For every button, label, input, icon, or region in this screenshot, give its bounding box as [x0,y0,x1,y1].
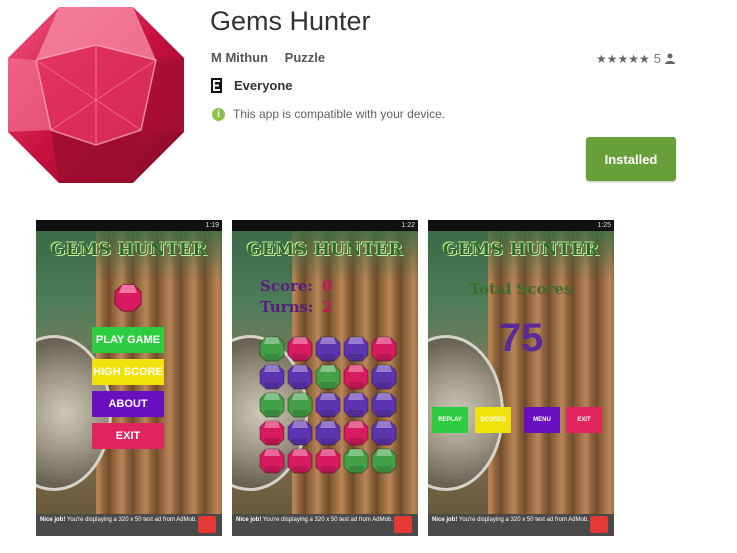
exit-button[interactable]: EXIT [92,423,164,449]
game-title: GEMS HUNTER [442,240,600,260]
green-gem-icon[interactable] [259,392,285,418]
purple-gem-icon[interactable] [371,364,397,390]
app-title: Gems Hunter [210,6,371,36]
red-gem-icon[interactable] [287,336,313,362]
red-gem-icon[interactable] [315,448,341,474]
purple-gem-icon[interactable] [343,392,369,418]
purple-gem-icon[interactable] [287,364,313,390]
rating-summary: ★★★★★ 5 [596,51,675,66]
total-scores-value: 75 [498,316,544,360]
ad-text: You're displaying a 320 x 50 test ad fro… [262,517,393,523]
green-gem-icon[interactable] [259,336,285,362]
turns-label: Turns: [260,298,314,316]
screenshot-total-scores[interactable]: 1:25 GEMS HUNTER Total Scores 75 REPLAY … [428,220,614,536]
ad-banner[interactable]: Nice job! You're displaying a 320 x 50 t… [428,514,614,536]
scores-button[interactable]: SCORES [475,407,511,433]
green-gem-icon[interactable] [315,364,341,390]
red-gem-icon[interactable] [287,448,313,474]
game-title: GEMS HUNTER [246,240,404,260]
rating-count: 5 [653,51,661,66]
admob-logo-icon [394,516,412,533]
green-gem-icon[interactable] [343,448,369,474]
red-gem-icon[interactable] [259,448,285,474]
purple-gem-icon[interactable] [343,336,369,362]
menu-button[interactable]: MENU [524,407,560,433]
green-gem-icon[interactable] [371,448,397,474]
status-time: 1:22 [401,222,415,229]
red-gem-icon[interactable] [259,420,285,446]
about-button[interactable]: ABOUT [92,391,164,417]
purple-gem-icon[interactable] [371,392,397,418]
ad-text: You're displaying a 320 x 50 test ad fro… [66,517,197,523]
category-link[interactable]: Puzzle [285,50,325,65]
red-gem-icon [114,284,142,312]
person-icon [665,53,675,64]
status-bar: 1:25 [428,220,614,231]
content-rating-label: Everyone [234,78,293,93]
esrb-e-icon [211,78,222,93]
exit-button[interactable]: EXIT [566,407,602,433]
compatibility-notice: i This app is compatible with your devic… [212,107,445,121]
ad-text: You're displaying a 320 x 50 test ad fro… [458,517,589,523]
status-bar: 1:22 [232,220,418,231]
purple-gem-icon[interactable] [287,420,313,446]
ad-banner[interactable]: Nice job! You're displaying a 320 x 50 t… [232,514,418,536]
green-gem-icon[interactable] [287,392,313,418]
status-bar: 1:19 [36,220,222,231]
screenshot-game-board[interactable]: 1:22 GEMS HUNTER Score: 0 Turns: 2 Nice … [232,220,418,536]
red-gem-icon[interactable] [371,336,397,362]
info-icon: i [212,107,225,121]
purple-gem-icon[interactable] [371,420,397,446]
admob-logo-icon [590,516,608,533]
purple-gem-icon[interactable] [315,336,341,362]
screenshot-main-menu[interactable]: 1:19 GEMS HUNTER PLAY GAME HIGH SCORE AB… [36,220,222,536]
game-title: GEMS HUNTER [50,240,208,260]
compatibility-text: This app is compatible with your device. [233,107,446,121]
total-scores-label: Total Scores [469,280,573,298]
purple-gem-icon[interactable] [315,392,341,418]
ad-banner[interactable]: Nice job! You're displaying a 320 x 50 t… [36,514,222,536]
high-score-button[interactable]: HIGH SCORE [92,359,164,385]
status-time: 1:19 [205,222,219,229]
red-gem-icon[interactable] [343,420,369,446]
ad-title: Nice job! [40,517,66,523]
ad-title: Nice job! [236,517,262,523]
app-meta: M Mithun Puzzle [211,50,338,65]
gem-grid[interactable] [259,336,397,476]
installed-button[interactable]: Installed [586,137,676,181]
app-icon-gem [8,7,184,183]
red-gem-icon[interactable] [343,364,369,390]
score-value: 0 [322,277,333,295]
star-rating-icon: ★★★★★ [595,51,650,66]
purple-gem-icon[interactable] [259,364,285,390]
turns-value: 2 [322,298,333,316]
admob-logo-icon [198,516,216,533]
purple-gem-icon[interactable] [315,420,341,446]
replay-button[interactable]: REPLAY [432,407,468,433]
play-game-button[interactable]: PLAY GAME [92,327,164,353]
content-rating: Everyone [211,78,293,93]
ad-title: Nice job! [432,517,458,523]
score-label: Score: [260,277,313,295]
status-time: 1:25 [597,222,611,229]
developer-link[interactable]: M Mithun [211,50,268,65]
